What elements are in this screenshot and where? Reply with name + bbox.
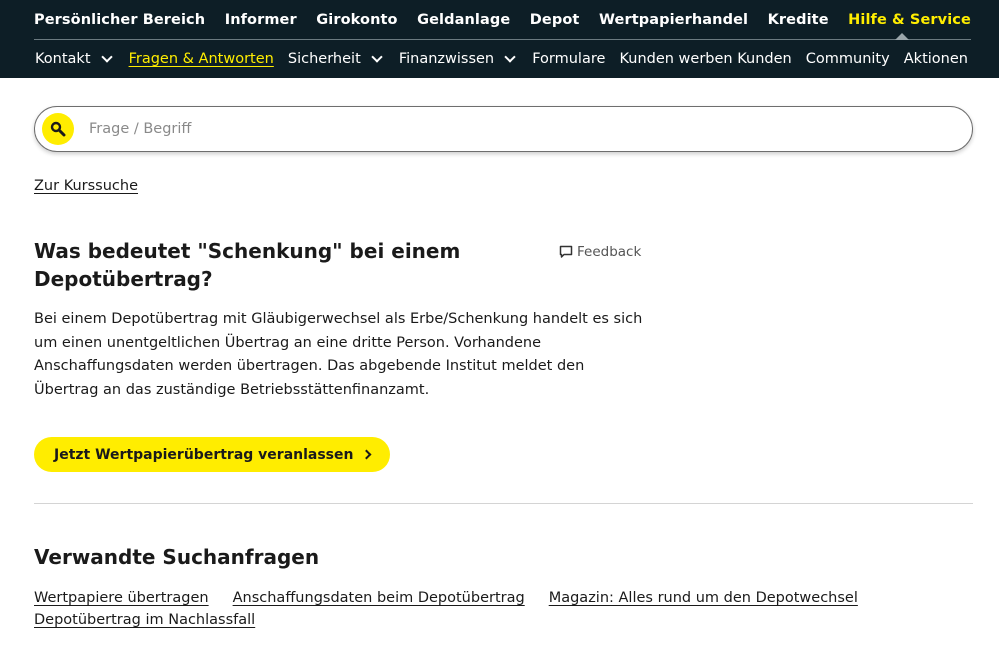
related-link[interactable]: Anschaffungsdaten beim Depotübertrag (233, 589, 525, 608)
top-navigation: Persönlicher Bereich Informer Girokonto … (0, 0, 999, 78)
related-links: Wertpapiere übertragen Anschaffungsdaten… (34, 589, 934, 630)
nav-persoenlicher-bereich[interactable]: Persönlicher Bereich (34, 12, 205, 28)
subnav-formulare-label: Formulare (532, 51, 606, 67)
subnav-kunden-werben-kunden[interactable]: Kunden werben Kunden (619, 51, 791, 67)
nav-depot[interactable]: Depot (530, 12, 580, 28)
subnav-kontakt[interactable]: Kontakt (35, 51, 115, 67)
nav-informer[interactable]: Informer (225, 12, 297, 28)
subnav-community[interactable]: Community (806, 51, 890, 67)
subnav-kontakt-label: Kontakt (35, 51, 91, 67)
subnav-aktionen-label: Aktionen (903, 51, 968, 67)
related-link[interactable]: Depotübertrag im Nachlassfall (34, 611, 255, 630)
nav-wertpapierhandel[interactable]: Wertpapierhandel (599, 12, 748, 28)
chevron-down-icon (100, 51, 113, 63)
subnav-fragen-antworten-label: Fragen & Antworten (128, 51, 274, 67)
related-title: Verwandte Suchanfragen (34, 545, 320, 569)
search-input[interactable] (89, 115, 949, 143)
search-button[interactable] (42, 113, 74, 145)
chevron-down-icon (504, 51, 516, 63)
question-title: Was bedeutet "Schenkung" bei einem Depot… (34, 239, 461, 291)
search-box (34, 106, 973, 152)
nav-kredite[interactable]: Kredite (768, 12, 829, 28)
kurssuche-link[interactable]: Zur Kurssuche (34, 178, 138, 194)
subnav-sicherheit-label: Sicherheit (287, 51, 361, 67)
speech-bubble-icon (559, 245, 573, 258)
chevron-down-icon (371, 51, 383, 63)
cta-label: Jetzt Wertpapierübertrag veranlassen (54, 446, 354, 463)
subnav-formulare[interactable]: Formulare (532, 51, 605, 67)
subnav-kunden-werben-kunden-label: Kunden werben Kunden (619, 51, 792, 67)
main-nav: Persönlicher Bereich Informer Girokonto … (34, 0, 971, 40)
wertpapieruebertrag-button[interactable]: Jetzt Wertpapierübertrag veranlassen (34, 437, 391, 472)
subnav-finanzwissen[interactable]: Finanzwissen (399, 51, 518, 67)
feedback-button[interactable]: Feedback (559, 244, 641, 260)
related-link[interactable]: Wertpapiere übertragen (34, 589, 209, 608)
nav-geldanlage[interactable]: Geldanlage (417, 12, 510, 28)
subnav-fragen-antworten[interactable]: Fragen & Antworten (129, 51, 274, 67)
nav-hilfe-service[interactable]: Hilfe & Service (848, 12, 971, 28)
subnav-sicherheit[interactable]: Sicherheit (288, 51, 385, 67)
subnav-community-label: Community (805, 51, 890, 67)
answer-text: Bei einem Depotübertrag mit Gläubigerwec… (34, 311, 643, 398)
related-link[interactable]: Magazin: Alles rund um den Depotwechsel (549, 589, 858, 608)
chevron-right-icon (362, 449, 372, 460)
divider (34, 503, 973, 504)
search-icon (50, 121, 66, 137)
nav-girokonto[interactable]: Girokonto (316, 12, 397, 28)
active-nav-indicator (895, 33, 909, 40)
feedback-label: Feedback (577, 244, 642, 260)
subnav-aktionen[interactable]: Aktionen (904, 51, 968, 67)
sub-nav: Kontakt Fragen & Antworten Sicherheit Fi… (35, 40, 968, 78)
subnav-finanzwissen-label: Finanzwissen (398, 51, 495, 67)
